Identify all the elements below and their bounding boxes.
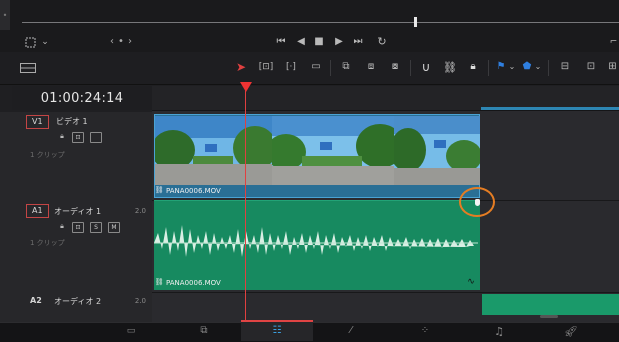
link-icon: ⛓	[154, 186, 164, 194]
marker-icon[interactable]: ⬟	[522, 60, 532, 74]
play-icon[interactable]: ▶	[333, 35, 345, 48]
overwrite-clip-icon[interactable]: ⧈	[362, 60, 380, 74]
lock-icon[interactable]: 🔒︎	[58, 222, 66, 231]
track-header-a1: A1 オーディオ 1 2.0 🔒︎ ⊡ S M 1 クリップ	[10, 200, 152, 293]
track-visibility-icon[interactable]	[90, 132, 102, 143]
clip-thumbnail	[155, 116, 272, 185]
view-options-icon[interactable]	[24, 36, 36, 48]
pointer-icon[interactable]: ➤	[235, 60, 247, 74]
flag-icon[interactable]: ⚑	[496, 60, 506, 74]
toolbar-divider	[330, 60, 331, 76]
clip-name: PANA0006.MOV	[166, 279, 221, 287]
next-icon[interactable]: ⏭	[351, 35, 365, 48]
mouse-cursor	[475, 199, 480, 206]
track-header-a2: A2 オーディオ 2 2.0	[10, 292, 152, 323]
link-icon[interactable]: ⛓	[443, 60, 457, 74]
color-page-icon[interactable]: ⁘	[418, 325, 432, 337]
track-header-v1: V1 ビデオ 1 🔒︎ ⊡ 1 クリップ	[10, 112, 152, 201]
playhead[interactable]	[245, 86, 246, 322]
track-name[interactable]: オーディオ 2	[54, 296, 101, 307]
lock-icon[interactable]: 🔒︎	[466, 60, 480, 74]
chevron-down-icon[interactable]: ⌄	[534, 61, 542, 73]
jog-control-icon[interactable]: ‹•›	[108, 36, 138, 48]
panel-dot-icon[interactable]: •	[0, 10, 10, 22]
insert-clip-icon[interactable]: ⧉	[337, 60, 355, 74]
audio-clip-a2[interactable]	[482, 294, 619, 315]
zoom-full-icon[interactable]: ⊟	[556, 60, 574, 74]
link-icon: ⛓	[154, 278, 164, 286]
fairlight-page-icon[interactable]: ♫	[492, 325, 506, 337]
scrubber-head[interactable]	[414, 17, 417, 27]
horizontal-scrollbar[interactable]	[540, 315, 558, 318]
transport-prev-icon[interactable]: ⏮	[274, 35, 288, 48]
zoom-detail-icon[interactable]: ⊡	[582, 60, 600, 74]
blade-icon[interactable]: ▭	[307, 60, 325, 74]
deliver-page-icon[interactable]: 🚀︎	[564, 325, 578, 337]
clip-count: 1 クリップ	[30, 239, 65, 247]
clip-thumbnail	[394, 116, 480, 185]
toolbar-divider	[410, 60, 411, 76]
audio-curve-icon[interactable]: ∿	[466, 277, 476, 287]
track-name[interactable]: オーディオ 1	[54, 206, 101, 217]
lane-divider	[152, 292, 619, 293]
snap-icon[interactable]: ∪	[419, 60, 433, 74]
timeline-view-options-icon[interactable]	[20, 62, 36, 74]
audio-channel-format: 2.0	[134, 207, 146, 215]
trim-icon[interactable]: [⊡]	[257, 60, 275, 74]
chevron-down-icon[interactable]: ⌄	[40, 36, 50, 48]
replace-clip-icon[interactable]: ⧇	[386, 60, 404, 74]
lock-icon[interactable]: 🔒︎	[58, 132, 66, 141]
playhead-handle[interactable]	[240, 82, 252, 92]
audio-channel-format: 2.0	[134, 297, 146, 305]
timecode-display: 01:00:24:14	[12, 86, 152, 110]
track-id-badge[interactable]: V1	[26, 115, 49, 129]
zoom-custom-icon[interactable]: ⊞	[606, 60, 619, 74]
viewer-fullscreen-icon[interactable]: ⌐	[608, 36, 619, 48]
play-reverse-icon[interactable]: ◀	[295, 35, 307, 48]
mute-button[interactable]: M	[108, 222, 120, 233]
video-clip[interactable]	[154, 114, 480, 198]
toolbar-divider	[488, 60, 489, 76]
audio-waveform	[154, 225, 478, 257]
render-cache-bar	[481, 107, 619, 110]
clip-thumbnail	[272, 116, 394, 185]
track-name[interactable]: ビデオ 1	[56, 116, 88, 127]
stop-icon[interactable]: ■	[313, 35, 325, 48]
track-id-badge[interactable]: A1	[26, 204, 49, 218]
fusion-page-icon[interactable]: ⁄	[344, 325, 358, 337]
solo-button[interactable]: S	[90, 222, 102, 233]
clip-name: PANA0006.MOV	[166, 187, 221, 195]
clip-count: 1 クリップ	[30, 151, 65, 159]
chevron-down-icon[interactable]: ⌄	[508, 61, 516, 73]
media-page-icon[interactable]: ▭	[124, 325, 138, 337]
toolbar-divider	[548, 60, 549, 76]
auto-select-icon[interactable]: ⊡	[72, 222, 84, 233]
cut-page-icon[interactable]: ⧉	[196, 325, 212, 337]
scrubber-track[interactable]	[22, 22, 619, 23]
dynamic-trim-icon[interactable]: [·]	[282, 60, 300, 74]
auto-select-icon[interactable]: ⊡	[72, 132, 84, 143]
audio-clip[interactable]	[154, 200, 480, 290]
loop-icon[interactable]: ↻	[374, 35, 390, 48]
track-id-label[interactable]: A2	[30, 296, 42, 305]
edit-page-icon[interactable]: ☷	[268, 325, 286, 337]
